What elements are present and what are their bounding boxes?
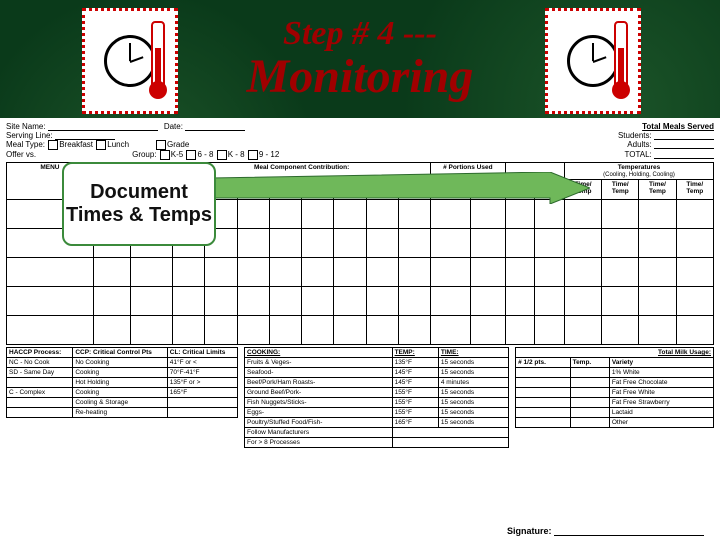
title-line2: Monitoring	[247, 52, 474, 102]
legend-section: HACCP Process:CCP: Critical Control PtsC…	[6, 347, 714, 448]
total-meals-served-label: Total Meals Served	[642, 122, 714, 131]
title-line1: Step # 4 ---	[247, 16, 474, 52]
cooking-legend: COOKING:TEMP:TIME: Fruits & Veges-135°F1…	[244, 347, 509, 448]
checkbox-k8[interactable]	[217, 150, 227, 160]
callout-box: Document Times & Temps	[62, 162, 216, 246]
serving-line-label: Serving Line:	[6, 131, 115, 140]
offer-vs-label: Offer vs.	[6, 150, 36, 160]
table-row[interactable]	[7, 287, 714, 316]
haccp-legend: HACCP Process:CCP: Critical Control PtsC…	[6, 347, 238, 418]
checkbox-9-12[interactable]	[248, 150, 258, 160]
table-row[interactable]	[7, 316, 714, 345]
checkbox-k5[interactable]	[160, 150, 170, 160]
students-label: Students:	[618, 131, 714, 140]
total-label: TOTAL:	[625, 150, 715, 160]
table-row[interactable]	[7, 258, 714, 287]
callout-arrow-icon	[210, 172, 590, 204]
adults-label: Adults:	[627, 140, 714, 150]
slide-title: Step # 4 --- Monitoring	[0, 0, 720, 118]
milk-legend: Total Milk Usage: # 1/2 pts.Temp.Variety…	[515, 347, 714, 428]
meal-type-label: Meal Type: Breakfast Lunch	[6, 140, 129, 150]
checkbox-lunch[interactable]	[96, 140, 106, 150]
checkbox-6-8[interactable]	[186, 150, 196, 160]
callout-text: Document Times & Temps	[64, 181, 214, 227]
signature-line[interactable]: Signature:	[507, 526, 704, 536]
date-label: Date:	[164, 122, 245, 131]
site-name-label: Site Name:	[6, 122, 158, 131]
grade-group-label: Group: K-5 6 - 8 K - 8 9 - 12	[132, 150, 279, 160]
grade-label: Grade	[155, 140, 189, 150]
checkbox-breakfast[interactable]	[48, 140, 58, 150]
